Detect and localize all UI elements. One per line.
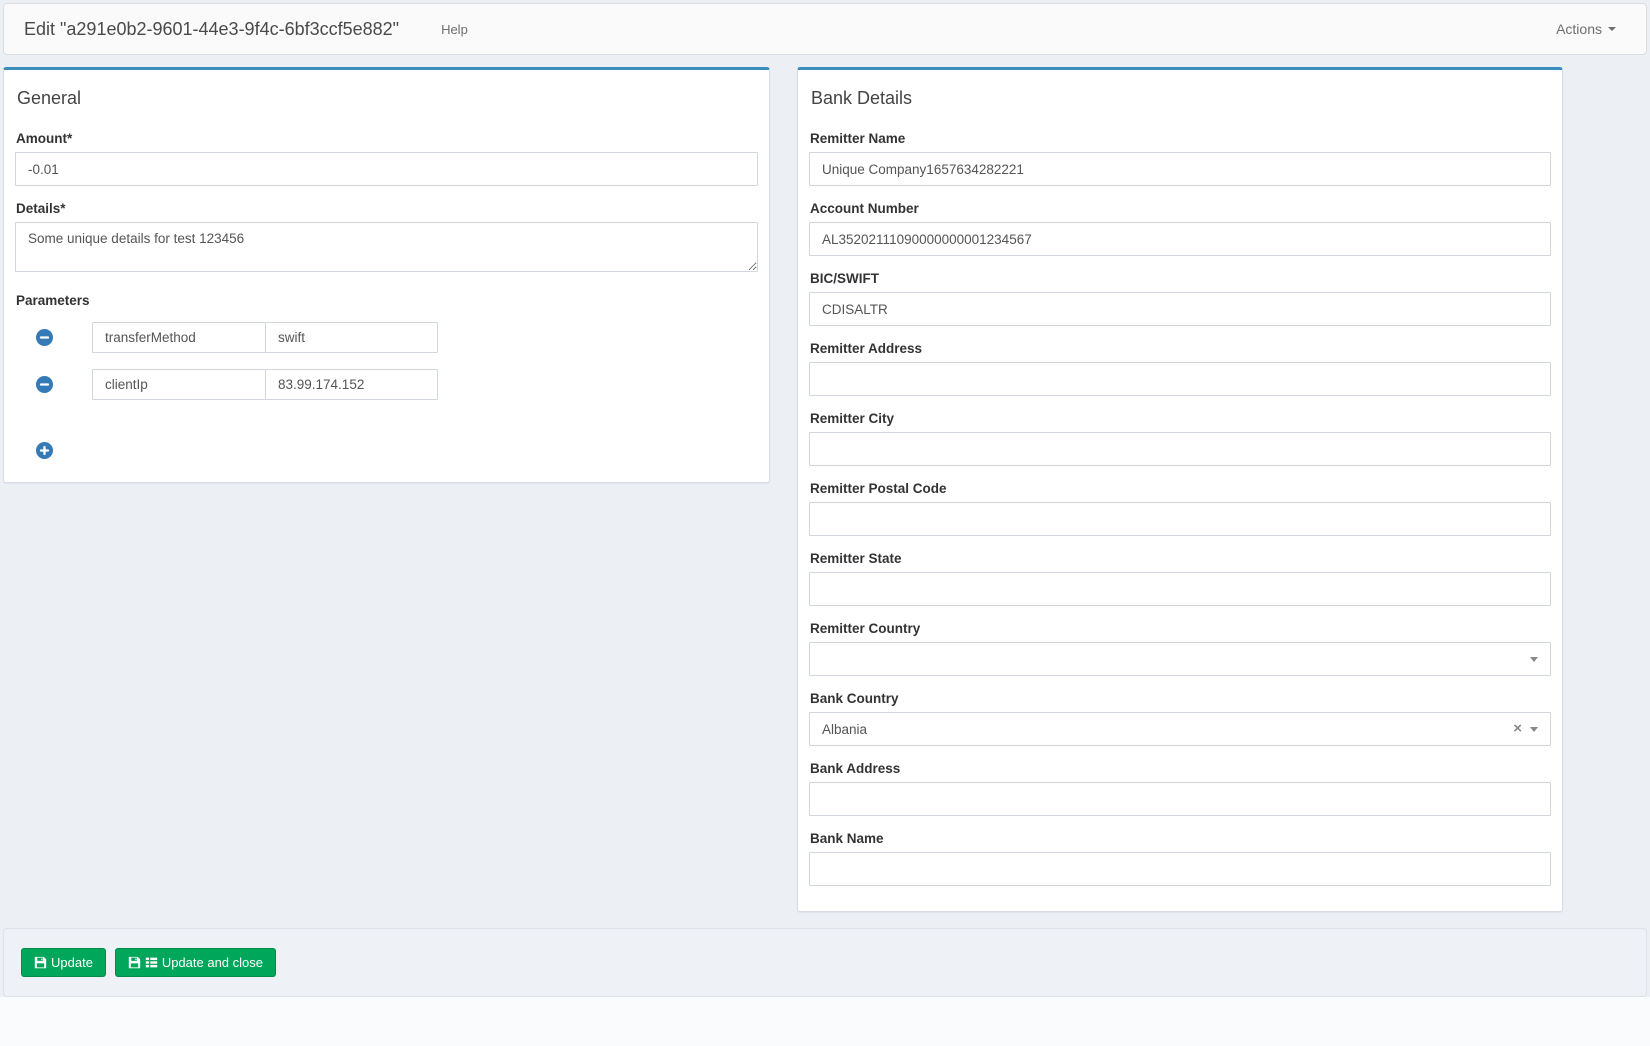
help-link[interactable]: Help xyxy=(441,22,468,37)
actions-label: Actions xyxy=(1556,21,1602,37)
parameter-row xyxy=(15,322,758,353)
bank-country-select[interactable]: Albania × xyxy=(809,712,1551,746)
bank-address-input[interactable] xyxy=(809,782,1551,816)
page-title: Edit "a291e0b2-9601-44e3-9f4c-6bf3ccf5e8… xyxy=(24,19,399,40)
remitter-postal-code-label: Remitter Postal Code xyxy=(810,481,1551,496)
remitter-country-group: Remitter Country xyxy=(809,621,1551,676)
add-parameter-button[interactable] xyxy=(36,442,53,459)
account-number-group: Account Number xyxy=(809,201,1551,256)
chevron-down-icon xyxy=(1530,657,1538,662)
remitter-city-input[interactable] xyxy=(809,432,1551,466)
details-textarea[interactable]: Some unique details for test 123456 xyxy=(15,222,758,272)
update-and-close-button-label: Update and close xyxy=(162,955,263,970)
bank-country-value: Albania xyxy=(822,722,867,737)
parameter-value-input[interactable] xyxy=(265,369,438,400)
plus-circle-icon xyxy=(36,442,53,459)
account-number-label: Account Number xyxy=(810,201,1551,216)
bank-name-input[interactable] xyxy=(809,852,1551,886)
bic-swift-group: BIC/SWIFT xyxy=(809,271,1551,326)
general-panel: General Amount* Details* Some unique det… xyxy=(3,67,770,483)
remitter-state-group: Remitter State xyxy=(809,551,1551,606)
chevron-down-icon xyxy=(1608,27,1616,31)
bank-details-panel-title: Bank Details xyxy=(811,88,1551,109)
bank-name-group: Bank Name xyxy=(809,831,1551,886)
remitter-postal-code-input[interactable] xyxy=(809,502,1551,536)
details-label: Details* xyxy=(16,201,758,216)
remitter-state-input[interactable] xyxy=(809,572,1551,606)
remitter-postal-code-group: Remitter Postal Code xyxy=(809,481,1551,536)
minus-circle-icon xyxy=(36,329,53,346)
update-button-label: Update xyxy=(51,955,93,970)
bank-name-label: Bank Name xyxy=(810,831,1551,846)
list-icon xyxy=(145,956,158,969)
chevron-down-icon xyxy=(1530,727,1538,732)
footer-action-bar: Update Update and close xyxy=(3,928,1647,997)
content-area: General Amount* Details* Some unique det… xyxy=(0,58,1650,912)
amount-label: Amount* xyxy=(16,131,758,146)
remitter-address-input[interactable] xyxy=(809,362,1551,396)
bank-address-label: Bank Address xyxy=(810,761,1551,776)
details-field-group: Details* Some unique details for test 12… xyxy=(15,201,758,275)
parameter-value-input[interactable] xyxy=(265,322,438,353)
header-bar: Edit "a291e0b2-9601-44e3-9f4c-6bf3ccf5e8… xyxy=(3,3,1647,55)
minus-circle-icon xyxy=(36,376,53,393)
bottom-spacer xyxy=(0,997,1650,1046)
bank-address-group: Bank Address xyxy=(809,761,1551,816)
save-icon xyxy=(34,956,47,969)
parameter-row xyxy=(15,369,758,400)
update-and-close-button[interactable]: Update and close xyxy=(115,948,276,977)
amount-input[interactable] xyxy=(15,152,758,186)
update-button[interactable]: Update xyxy=(21,948,106,977)
remitter-country-label: Remitter Country xyxy=(810,621,1551,636)
amount-field-group: Amount* xyxy=(15,131,758,186)
remove-parameter-button[interactable] xyxy=(36,376,53,393)
bank-details-panel: Bank Details Remitter Name Account Numbe… xyxy=(797,67,1563,912)
remitter-address-group: Remitter Address xyxy=(809,341,1551,396)
remitter-city-label: Remitter City xyxy=(810,411,1551,426)
actions-dropdown-button[interactable]: Actions xyxy=(1546,15,1626,43)
remitter-city-group: Remitter City xyxy=(809,411,1551,466)
bank-country-label: Bank Country xyxy=(810,691,1551,706)
remitter-name-label: Remitter Name xyxy=(810,131,1551,146)
parameter-key-input[interactable] xyxy=(92,322,266,353)
account-number-input[interactable] xyxy=(809,222,1551,256)
parameters-label: Parameters xyxy=(16,293,758,308)
bic-swift-label: BIC/SWIFT xyxy=(810,271,1551,286)
clear-selection-icon[interactable]: × xyxy=(1513,721,1522,736)
remitter-name-input[interactable] xyxy=(809,152,1551,186)
remitter-address-label: Remitter Address xyxy=(810,341,1551,356)
remitter-country-select[interactable] xyxy=(809,642,1551,676)
bic-swift-input[interactable] xyxy=(809,292,1551,326)
bank-country-group: Bank Country Albania × xyxy=(809,691,1551,746)
save-icon xyxy=(128,956,141,969)
page: Edit "a291e0b2-9601-44e3-9f4c-6bf3ccf5e8… xyxy=(0,0,1650,1046)
general-panel-title: General xyxy=(17,88,758,109)
remitter-state-label: Remitter State xyxy=(810,551,1551,566)
parameter-key-input[interactable] xyxy=(92,369,266,400)
remove-parameter-button[interactable] xyxy=(36,329,53,346)
remitter-name-group: Remitter Name xyxy=(809,131,1551,186)
